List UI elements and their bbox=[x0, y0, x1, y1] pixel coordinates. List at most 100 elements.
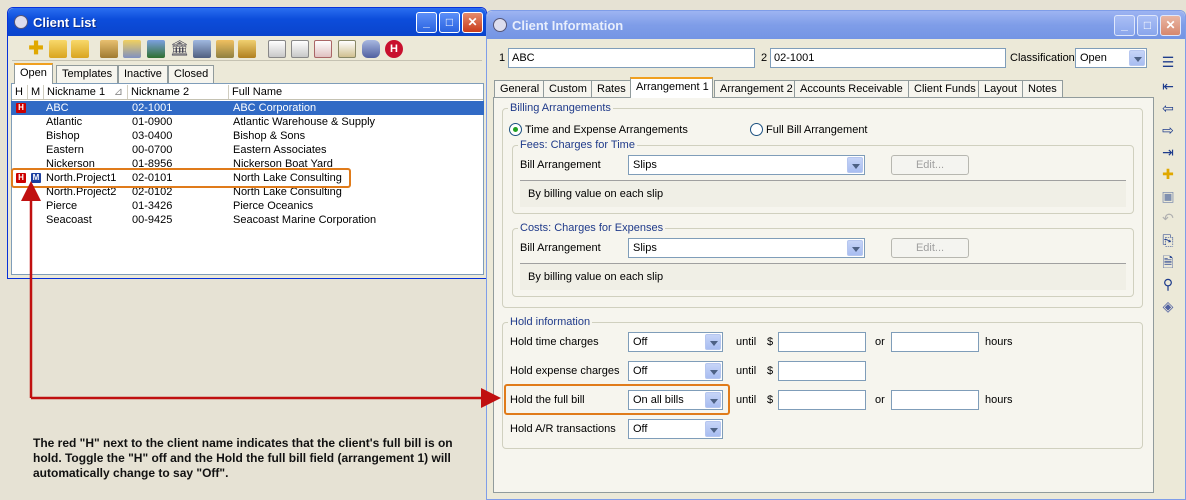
hold-expense-select[interactable]: Off bbox=[628, 361, 723, 381]
print-icon[interactable] bbox=[338, 40, 356, 58]
tab-arrangement-2[interactable]: Arrangement 2 bbox=[714, 80, 799, 98]
tab-rates[interactable]: Rates bbox=[591, 80, 632, 98]
undo-icon[interactable]: ↶ bbox=[1160, 210, 1176, 226]
hold-badge-icon[interactable]: H bbox=[16, 103, 26, 113]
chevron-down-icon[interactable] bbox=[847, 157, 863, 173]
tab-general[interactable]: General bbox=[494, 80, 546, 98]
list-item[interactable]: Atlantic 01-0900 Atlantic Warehouse & Su… bbox=[11, 115, 484, 129]
list-item[interactable]: Eastern 00-0700 Eastern Associates bbox=[11, 143, 484, 157]
costs-bill-arrangement-select[interactable]: Slips bbox=[628, 238, 865, 258]
edit-document-icon[interactable] bbox=[268, 40, 286, 58]
classification-select[interactable]: Open bbox=[1075, 48, 1147, 68]
tab-notes[interactable]: Notes bbox=[1022, 80, 1063, 98]
chevron-down-icon[interactable] bbox=[705, 421, 721, 437]
fullname-cell: Pierce Oceanics bbox=[233, 200, 314, 212]
client-list-title: Client List bbox=[33, 15, 96, 30]
hold-icon[interactable]: H bbox=[385, 40, 403, 58]
highlight-box-row bbox=[11, 168, 351, 188]
minimize-button[interactable]: _ bbox=[416, 12, 437, 33]
hold-time-amount-field[interactable] bbox=[778, 332, 866, 352]
tab-arrangement-1[interactable]: Arrangement 1 bbox=[630, 77, 713, 98]
first-record-icon[interactable]: ⇤ bbox=[1160, 78, 1176, 94]
tab-templates[interactable]: Templates bbox=[56, 65, 119, 83]
bank-icon[interactable]: 🏛 bbox=[170, 40, 189, 58]
add-record-icon[interactable]: ✚ bbox=[1160, 166, 1176, 182]
nickname2-cell: 01-3426 bbox=[132, 200, 173, 212]
fees-edit-button[interactable]: Edit... bbox=[891, 155, 969, 175]
chevron-down-icon[interactable] bbox=[705, 334, 721, 350]
previous-record-icon[interactable]: ⇦ bbox=[1160, 100, 1176, 116]
tab-client-funds[interactable]: Client Funds bbox=[908, 80, 982, 98]
maximize-button[interactable]: □ bbox=[439, 12, 460, 33]
column-header-nickname2[interactable]: Nickname 2 bbox=[128, 85, 229, 100]
list-item[interactable]: Seacoast 00-9425 Seacoast Marine Corpora… bbox=[11, 213, 484, 227]
fullname-cell: Bishop & Sons bbox=[233, 130, 306, 142]
hold-time-select[interactable]: Off bbox=[628, 332, 723, 352]
hold-full-bill-amount-field[interactable] bbox=[778, 390, 866, 410]
list-item[interactable]: Bishop 03-0400 Bishop & Sons bbox=[11, 129, 484, 143]
chevron-down-icon[interactable] bbox=[847, 240, 863, 256]
nickname2-field[interactable]: 02-1001 bbox=[770, 48, 1006, 68]
hours-label: hours bbox=[985, 336, 1013, 348]
radio-full-bill[interactable] bbox=[750, 123, 763, 136]
document-list-icon[interactable] bbox=[314, 40, 332, 58]
tab-accounts-receivable[interactable]: Accounts Receivable bbox=[794, 80, 909, 98]
chevron-down-icon[interactable] bbox=[705, 363, 721, 379]
column-header-fullname[interactable]: Full Name bbox=[229, 85, 483, 100]
export-icon[interactable]: ⎘ bbox=[1160, 232, 1176, 248]
hold-expense-value: Off bbox=[633, 365, 648, 377]
search-people-icon[interactable] bbox=[123, 40, 141, 58]
close-button[interactable]: ✕ bbox=[462, 12, 483, 33]
tab-custom[interactable]: Custom bbox=[543, 80, 593, 98]
minimize-button[interactable]: _ bbox=[1114, 15, 1135, 36]
or-label: or bbox=[875, 394, 885, 406]
fullname-cell: Atlantic Warehouse & Supply bbox=[233, 116, 376, 128]
list-icon[interactable]: ☰ bbox=[1160, 54, 1176, 70]
costs-edit-button[interactable]: Edit... bbox=[891, 238, 969, 258]
radio-full-bill-label: Full Bill Arrangement bbox=[766, 124, 868, 136]
money-icon[interactable] bbox=[216, 40, 234, 58]
tab-open[interactable]: Open bbox=[14, 63, 53, 84]
tab-inactive[interactable]: Inactive bbox=[118, 65, 168, 83]
radio-time-expense[interactable] bbox=[509, 123, 522, 136]
database-icon[interactable] bbox=[362, 40, 380, 58]
chevron-down-icon[interactable] bbox=[1129, 50, 1145, 66]
folder-icon[interactable] bbox=[71, 40, 89, 58]
client-list-titlebar[interactable]: Client List _ □ ✕ bbox=[8, 8, 486, 36]
nickname1-field[interactable]: ABC bbox=[508, 48, 755, 68]
save-icon[interactable]: ▣ bbox=[1160, 188, 1176, 204]
maximize-button[interactable]: □ bbox=[1137, 15, 1158, 36]
hold-time-hours-field[interactable] bbox=[891, 332, 979, 352]
hold-full-bill-hours-field[interactable] bbox=[891, 390, 979, 410]
fees-bill-arrangement-label: Bill Arrangement bbox=[520, 159, 601, 171]
column-header-m[interactable]: M bbox=[28, 85, 44, 100]
chart-icon[interactable] bbox=[147, 40, 165, 58]
fees-bill-arrangement-select[interactable]: Slips bbox=[628, 155, 865, 175]
fees-description: By billing value on each slip bbox=[528, 188, 664, 200]
column-header-h[interactable]: H bbox=[12, 85, 28, 100]
dollar-label: $ bbox=[767, 336, 774, 348]
next-record-icon[interactable]: ⇨ bbox=[1160, 122, 1176, 138]
fullname-cell: Eastern Associates bbox=[233, 144, 327, 156]
copy-document-icon[interactable] bbox=[291, 40, 309, 58]
column-header-nickname1[interactable]: Nickname 1 ⊿ bbox=[44, 85, 128, 100]
search-icon[interactable]: ⚲ bbox=[1160, 276, 1176, 292]
database-icon[interactable]: ◈ bbox=[1160, 298, 1176, 314]
costs-description: By billing value on each slip bbox=[528, 271, 664, 283]
client-info-titlebar[interactable]: Client Information _ □ ✕ bbox=[487, 11, 1185, 39]
list-item[interactable]: H ABC 02-1001 ABC Corporation bbox=[11, 101, 484, 115]
add-icon[interactable]: ✚ bbox=[27, 39, 45, 58]
tab-layout[interactable]: Layout bbox=[978, 80, 1024, 98]
close-button[interactable]: ✕ bbox=[1160, 15, 1181, 36]
tab-closed[interactable]: Closed bbox=[168, 65, 215, 83]
hold-ar-select[interactable]: Off bbox=[628, 419, 723, 439]
coins-icon[interactable] bbox=[238, 40, 256, 58]
nickname2-cell: 03-0400 bbox=[132, 130, 173, 142]
list-item[interactable]: Pierce 01-3426 Pierce Oceanics bbox=[11, 199, 484, 213]
hold-expense-amount-field[interactable] bbox=[778, 361, 866, 381]
last-record-icon[interactable]: ⇥ bbox=[1160, 144, 1176, 160]
open-folder-icon[interactable] bbox=[49, 40, 67, 58]
document-icon[interactable]: 🗎 bbox=[1160, 254, 1176, 270]
calculator-icon[interactable] bbox=[193, 40, 211, 58]
group-icon[interactable] bbox=[100, 40, 118, 58]
